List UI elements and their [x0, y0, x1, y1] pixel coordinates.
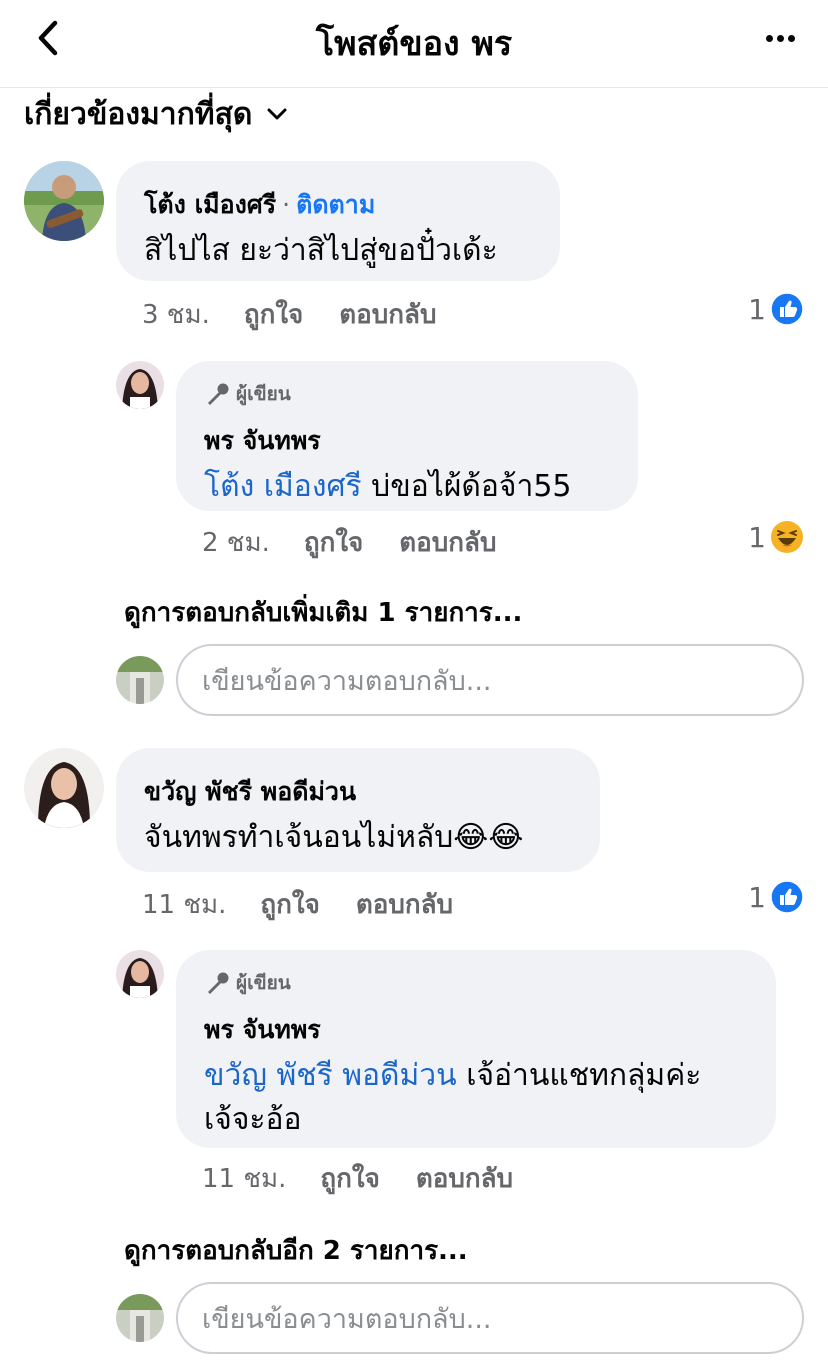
reply-author-name[interactable]: พร จันทพร [204, 421, 610, 461]
current-user-avatar [116, 656, 164, 704]
view-more-replies-link[interactable]: ดูการตอบกลับอีก 2 รายการ... [124, 1230, 468, 1271]
comment-text: จันทพรทำเจ้นอนไม่หลับ😂😂 [144, 820, 524, 855]
microphone-icon [208, 383, 229, 405]
avatar[interactable] [116, 361, 164, 409]
reply-text-line2: เจ้จะอ้อ [204, 1102, 302, 1137]
like-button[interactable]: ถูกใจ [260, 884, 319, 925]
author-badge: ผู้เขียน [204, 968, 748, 998]
page-title: โพสต์ของ พร [315, 24, 513, 64]
comment-timestamp: 11 ชม. [142, 889, 227, 920]
reply-text: ขวัญ พัชรี พอดีม่วน เจ้อ่านแชทกลุ่มค่ะ [204, 1054, 748, 1098]
like-button[interactable]: ถูกใจ [320, 1158, 379, 1199]
sort-label: เกี่ยวข้องมากที่สุด [24, 96, 253, 132]
author-badge: ผู้เขียน [204, 379, 610, 409]
reply-actions: 11 ชม. ถูกใจ ตอบกลับ [202, 1158, 549, 1198]
top-bar: โพสต์ของ พร [0, 0, 828, 88]
reply-input[interactable]: เขียนข้อความตอบกลับ... [176, 644, 804, 716]
reply-text-body: เจ้อ่านแชทกลุ่มค่ะ [456, 1058, 702, 1093]
reaction-count[interactable]: 1 [748, 292, 804, 326]
more-dot-icon [776, 34, 784, 42]
like-reaction-icon [770, 880, 804, 914]
reply-text: โต้ง เมืองศรี บ่ขอไผ้ด้อจ้า55 [204, 465, 610, 509]
mention-link[interactable]: โต้ง เมืองศรี [204, 469, 362, 504]
separator-dot: · [282, 190, 291, 219]
reaction-count-number: 1 [748, 292, 766, 326]
avatar[interactable] [24, 748, 104, 828]
avatar[interactable] [24, 161, 104, 241]
reaction-count[interactable]: 1 [748, 520, 804, 554]
reaction-count-number: 1 [748, 520, 766, 554]
reply-actions: 2 ชม. ถูกใจ ตอบกลับ [202, 522, 532, 562]
reply-author-name[interactable]: พร จันทพร [204, 1010, 748, 1050]
comment-bubble: โต้ง เมืองศรี · ติดตาม สิไปไส ยะว่าสิไปสู่… [116, 161, 560, 281]
reaction-count[interactable]: 1 [748, 880, 804, 914]
current-user-avatar [116, 1294, 164, 1342]
like-reaction-icon [770, 292, 804, 326]
reply-button[interactable]: ตอบกลับ [339, 294, 436, 335]
comment-author-name[interactable]: ขวัญ พัชรี พอดีม่วน [144, 772, 572, 812]
view-more-replies-link[interactable]: ดูการตอบกลับเพิ่มเติม 1 รายการ... [124, 592, 522, 633]
follow-button[interactable]: ติดตาม [296, 190, 375, 219]
chevron-down-icon [267, 108, 287, 120]
reply-button[interactable]: ตอบกลับ [356, 884, 453, 925]
comment-author-name[interactable]: โต้ง เมืองศรี [144, 190, 276, 219]
reply-input-placeholder: เขียนข้อความตอบกลับ... [202, 665, 492, 697]
comment-timestamp: 3 ชม. [142, 299, 210, 330]
avatar[interactable] [116, 950, 164, 998]
like-button[interactable]: ถูกใจ [304, 522, 363, 563]
more-options-button[interactable] [760, 22, 800, 54]
reply-bubble: ผู้เขียน พร จันทพร โต้ง เมืองศรี บ่ขอไผ้… [176, 361, 638, 511]
haha-reaction-icon [771, 521, 803, 553]
reply-button[interactable]: ตอบกลับ [416, 1158, 513, 1199]
reply-input-placeholder: เขียนข้อความตอบกลับ... [202, 1303, 492, 1335]
comment-actions: 3 ชม. ถูกใจ ตอบกลับ [142, 294, 472, 334]
microphone-icon [208, 972, 229, 994]
mention-link[interactable]: ขวัญ พัชรี พอดีม่วน [204, 1058, 457, 1093]
reply-text-body: บ่ขอไผ้ด้อจ้า55 [361, 469, 572, 504]
author-badge-label: ผู้เขียน [236, 972, 291, 994]
more-dot-icon [765, 34, 773, 42]
reply-button[interactable]: ตอบกลับ [399, 522, 496, 563]
comment-bubble: ขวัญ พัชรี พอดีม่วน จันทพรทำเจ้นอนไม่หลั… [116, 748, 600, 872]
reply-timestamp: 11 ชม. [202, 1163, 287, 1194]
reaction-count-number: 1 [748, 880, 766, 914]
like-button[interactable]: ถูกใจ [244, 294, 303, 335]
comment-actions: 11 ชม. ถูกใจ ตอบกลับ [142, 884, 489, 924]
author-badge-label: ผู้เขียน [236, 383, 291, 405]
reply-bubble: ผู้เขียน พร จันทพร ขวัญ พัชรี พอดีม่วน เ… [176, 950, 776, 1148]
comment-text: สิไปไส ยะว่าสิไปสู่ขอปั๋วเด้ะ [144, 233, 498, 268]
reply-timestamp: 2 ชม. [202, 527, 270, 558]
comment-sort-dropdown[interactable]: เกี่ยวข้องมากที่สุด [24, 92, 288, 136]
reply-input[interactable]: เขียนข้อความตอบกลับ... [176, 1282, 804, 1354]
more-dot-icon [787, 34, 795, 42]
